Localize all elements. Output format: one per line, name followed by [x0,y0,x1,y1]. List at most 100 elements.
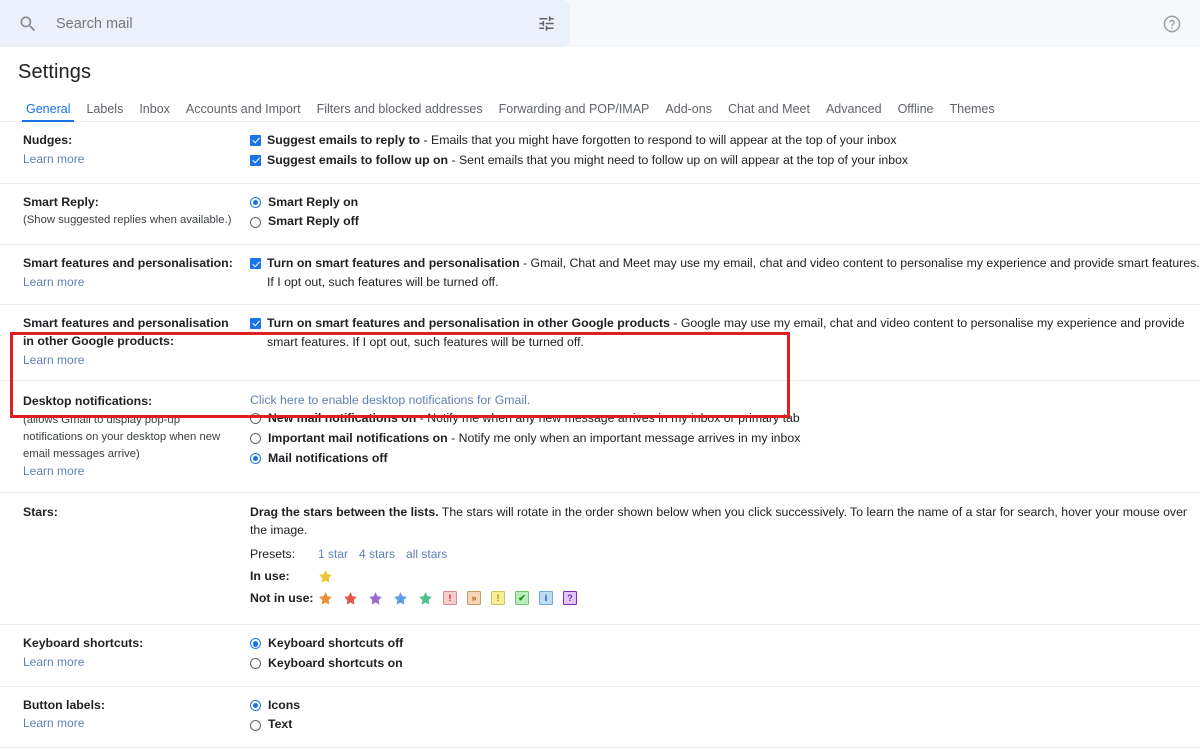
yellow-star[interactable] [318,569,333,584]
help-circle-icon[interactable] [1162,14,1182,34]
tab-filters-and-blocked-addresses[interactable]: Filters and blocked addresses [309,103,491,122]
yellow-bang-icon[interactable]: ! [491,591,505,605]
green-check-icon[interactable]: ✔ [515,591,529,605]
option-label: Suggest emails to follow up on [267,153,448,167]
red-bang-icon[interactable]: ! [443,591,457,605]
tab-offline[interactable]: Offline [890,103,942,122]
row-smart-features: Smart features and personalisation: Lear… [0,245,1200,305]
option-label: Suggest emails to reply to [267,133,420,147]
option-desc: - Sent emails that you might need to fol… [448,153,908,167]
tab-forwarding-and-pop-imap[interactable]: Forwarding and POP/IMAP [491,103,658,122]
not-in-use-star-list[interactable]: ! »! ✔ i? [318,591,577,606]
option-keyboard-shortcuts-off[interactable]: Keyboard shortcuts off [250,635,1200,653]
desktop-notifications-learn-more-link[interactable]: Learn more [23,464,84,478]
checkbox-suggest-reply[interactable] [250,135,261,146]
option-desc: - Notify me only when an important messa… [448,431,801,445]
option-new-mail-notifications-on[interactable]: New mail notifications on - Notify me wh… [250,410,1200,428]
option-turn-on-smart-features-other[interactable]: Turn on smart features and personalisati… [250,315,1200,351]
orange-guillemet-icon[interactable]: » [467,591,481,605]
nudges-learn-more-link[interactable]: Learn more [23,152,84,166]
row-label-nudges: Nudges: Learn more [0,132,250,168]
option-important-mail-notifications-on[interactable]: Important mail notifications on - Notify… [250,430,1200,448]
option-smart-reply-off[interactable]: Smart Reply off [250,213,1200,231]
smart-features-other-label: Smart features and personalisation in ot… [23,315,242,351]
preset-4-stars[interactable]: 4 stars [359,547,395,561]
radio-important-mail-notifications-on[interactable] [250,433,261,444]
option-label: Smart Reply off [268,214,359,228]
row-keyboard-shortcuts: Keyboard shortcuts: Learn more Keyboard … [0,625,1200,687]
tab-inbox[interactable]: Inbox [131,103,178,122]
row-button-labels: Button labels: Learn more Icons Text [0,687,1200,749]
smart-features-learn-more-link[interactable]: Learn more [23,275,84,289]
option-desc: - Notify me when any new message arrives… [416,411,799,425]
not-in-use-label: Not in use: [250,591,318,605]
button-labels-label: Button labels: [23,697,242,715]
top-bar [0,0,1200,47]
option-smart-reply-on[interactable]: Smart Reply on [250,194,1200,212]
desktop-notifications-label: Desktop notifications: [23,393,242,411]
page-title: Settings [0,47,1200,96]
option-mail-notifications-off[interactable]: Mail notifications off [250,450,1200,468]
tab-advanced[interactable]: Advanced [818,103,890,122]
preset-1-star[interactable]: 1 star [318,547,348,561]
in-use-star-list[interactable] [318,569,333,584]
stars-label: Stars: [23,504,242,522]
tab-accounts-and-import[interactable]: Accounts and Import [178,103,309,122]
radio-mail-notifications-off[interactable] [250,453,261,464]
search-icon[interactable] [18,14,38,34]
option-button-labels-icons[interactable]: Icons [250,697,1200,715]
red-star[interactable] [343,591,358,606]
option-suggest-emails-to-reply-to[interactable]: Suggest emails to reply to - Emails that… [250,132,1200,150]
row-smart-reply: Smart Reply: (Show suggested replies whe… [0,184,1200,246]
checkbox-smart-features[interactable] [250,258,261,269]
radio-keyboard-shortcuts-on[interactable] [250,658,261,669]
row-label-smart-features-other: Smart features and personalisation in ot… [0,315,250,369]
row-label-stars: Stars: [0,504,250,522]
tab-general[interactable]: General [18,103,78,122]
presets-label: Presets: [250,547,318,561]
row-body-keyboard-shortcuts: Keyboard shortcuts off Keyboard shortcut… [250,635,1200,675]
radio-button-labels-icons[interactable] [250,700,261,711]
tab-themes[interactable]: Themes [941,103,1002,122]
keyboard-shortcuts-label: Keyboard shortcuts: [23,635,242,653]
search-bar[interactable] [0,0,570,47]
purple-question-icon[interactable]: ? [563,591,577,605]
preset-all-stars[interactable]: all stars [406,547,447,561]
radio-smart-reply-on[interactable] [250,197,261,208]
orange-star[interactable] [318,591,333,606]
radio-new-mail-notifications-on[interactable] [250,413,261,424]
search-input[interactable] [56,16,537,32]
option-turn-on-smart-features[interactable]: Turn on smart features and personalisati… [250,255,1200,291]
smart-reply-sublabel: (Show suggested replies when available.) [23,212,242,229]
row-stars: Stars: Drag the stars between the lists.… [0,493,1200,624]
filter-options-icon[interactable] [537,14,556,33]
radio-keyboard-shortcuts-off[interactable] [250,638,261,649]
checkbox-suggest-follow-up[interactable] [250,155,261,166]
enable-desktop-notifications-link[interactable]: Click here to enable desktop notificatio… [250,393,1200,407]
option-suggest-emails-to-follow-up-on[interactable]: Suggest emails to follow up on - Sent em… [250,152,1200,170]
stars-presets-line: Presets: 1 star 4 stars all stars [250,546,1200,563]
tab-add-ons[interactable]: Add-ons [657,103,720,122]
option-keyboard-shortcuts-on[interactable]: Keyboard shortcuts on [250,655,1200,673]
row-body-smart-reply: Smart Reply on Smart Reply off [250,194,1200,234]
smart-features-other-learn-more-link[interactable]: Learn more [23,353,84,367]
option-button-labels-text[interactable]: Text [250,716,1200,734]
option-label: Turn on smart features and personalisati… [267,256,520,270]
blue-info-icon[interactable]: i [539,591,553,605]
row-body-smart-features-other: Turn on smart features and personalisati… [250,315,1200,353]
blue-star[interactable] [393,591,408,606]
radio-button-labels-text[interactable] [250,720,261,731]
button-labels-learn-more-link[interactable]: Learn more [23,716,84,730]
keyboard-shortcuts-learn-more-link[interactable]: Learn more [23,655,84,669]
checkbox-smart-features-other[interactable] [250,318,261,329]
green-star[interactable] [418,591,433,606]
tab-chat-and-meet[interactable]: Chat and Meet [720,103,818,122]
tab-labels[interactable]: Labels [78,103,131,122]
radio-smart-reply-off[interactable] [250,217,261,228]
stars-in-use-line: In use: [250,568,1200,585]
smart-features-label: Smart features and personalisation: [23,255,242,273]
purple-star[interactable] [368,591,383,606]
option-desc: - Emails that you might have forgotten t… [420,133,896,147]
row-body-desktop-notifications: Click here to enable desktop notificatio… [250,393,1200,469]
row-label-smart-reply: Smart Reply: (Show suggested replies whe… [0,194,250,230]
